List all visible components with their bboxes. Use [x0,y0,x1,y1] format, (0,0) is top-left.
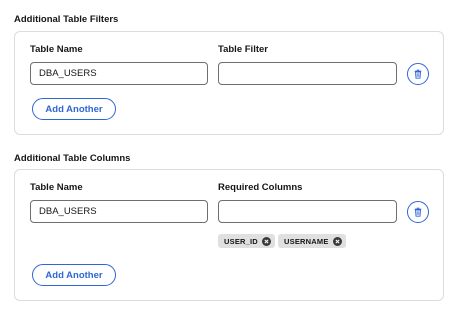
filters-section-title: Additional Table Filters [14,14,119,25]
close-circle-icon[interactable] [261,236,271,246]
required-columns-label: Required Columns [218,182,303,193]
column-tag: USERNAME [278,234,346,248]
trash-icon [414,207,422,217]
add-another-column-button[interactable]: Add Another [32,264,116,286]
filters-card: Table Name Table Filter Add Another [14,31,444,135]
table-filter-label: Table Filter [218,44,268,55]
table-name-input[interactable] [30,200,208,223]
tag-label: USERNAME [284,236,329,246]
table-filter-input[interactable] [218,62,397,85]
columns-card: Table Name Required Columns USER_ID USER… [14,169,444,301]
trash-icon [414,69,422,79]
column-tag: USER_ID [218,234,275,248]
required-columns-input[interactable] [218,200,397,223]
delete-row-button[interactable] [407,201,429,223]
columns-section-title: Additional Table Columns [14,153,131,164]
table-name-label: Table Name [30,182,83,193]
add-another-filter-button[interactable]: Add Another [32,98,116,120]
tag-label: USER_ID [224,236,258,246]
close-circle-icon[interactable] [332,236,342,246]
delete-row-button[interactable] [407,63,429,85]
table-name-label: Table Name [30,44,83,55]
table-name-input[interactable] [30,62,208,85]
